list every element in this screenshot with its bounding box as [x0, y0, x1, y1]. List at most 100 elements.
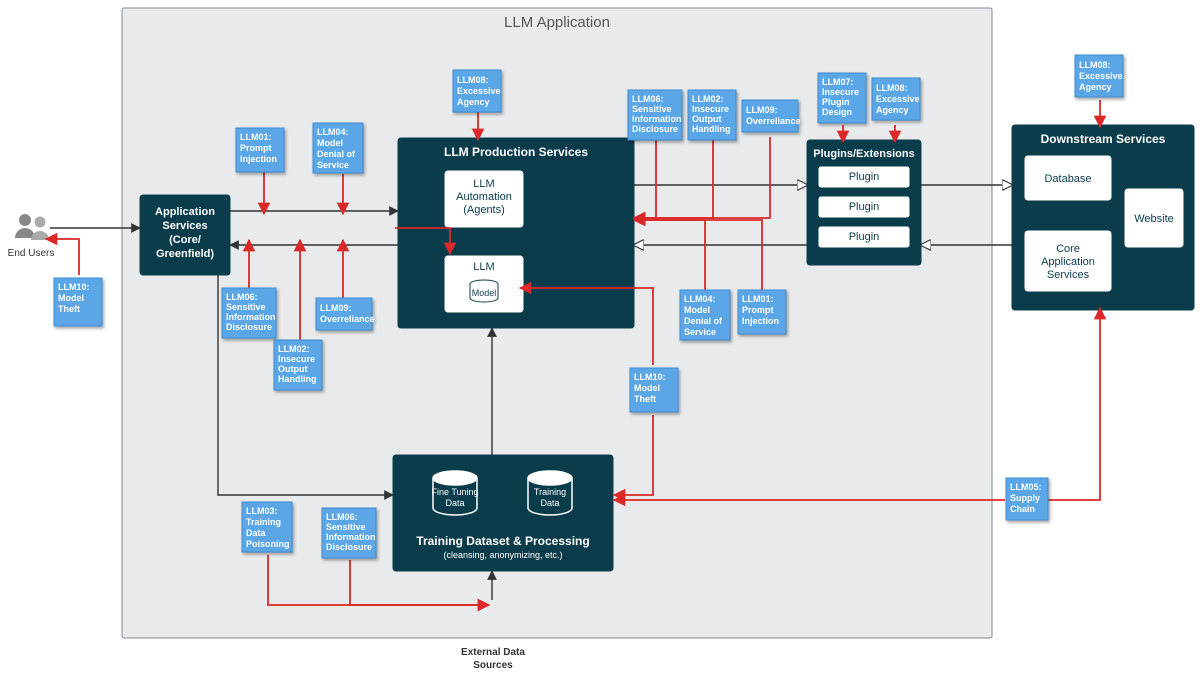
svg-text:Insecure: Insecure	[822, 87, 859, 97]
svg-text:LLM08:: LLM08:	[457, 75, 489, 85]
sticky-llm10a: LLM10: Model Theft	[54, 278, 102, 326]
svg-text:LLM09:: LLM09:	[320, 303, 352, 313]
downstream-services-box: Downstream Services Database Core Applic…	[1012, 125, 1194, 310]
svg-text:Model: Model	[684, 305, 710, 315]
svg-text:LLM04:: LLM04:	[317, 127, 349, 137]
svg-text:Insecure: Insecure	[692, 104, 729, 114]
sticky-llm01b: LLM01: Prompt Injection	[738, 290, 786, 334]
svg-text:Fine Tuning: Fine Tuning	[431, 487, 478, 497]
svg-text:LLM Production Services: LLM Production Services	[444, 145, 588, 159]
svg-text:Data: Data	[246, 528, 267, 538]
svg-text:Disclosure: Disclosure	[226, 322, 272, 332]
svg-text:Disclosure: Disclosure	[326, 542, 372, 552]
svg-text:Data: Data	[540, 498, 559, 508]
sticky-llm03: LLM03: Training Data Poisoning	[242, 502, 292, 552]
svg-text:Service: Service	[317, 160, 349, 170]
svg-text:Training: Training	[534, 487, 566, 497]
external-data-sources-label: External Data	[461, 647, 525, 658]
svg-text:Overreliance: Overreliance	[320, 314, 375, 324]
svg-text:LLM08:: LLM08:	[876, 83, 908, 93]
svg-text:Plugin: Plugin	[849, 201, 880, 213]
svg-text:Handling: Handling	[278, 374, 317, 384]
svg-text:Sensitive: Sensitive	[226, 302, 266, 312]
svg-text:Downstream Services: Downstream Services	[1041, 132, 1166, 146]
svg-text:LLM01:: LLM01:	[742, 294, 774, 304]
svg-text:Model: Model	[472, 288, 497, 298]
sticky-llm06c: LLM06: Sensitive Information Disclosure	[322, 508, 376, 558]
svg-text:Information: Information	[326, 532, 376, 542]
svg-text:LLM10:: LLM10:	[58, 282, 90, 292]
sticky-llm01a: LLM01: Prompt Injection	[236, 128, 284, 172]
svg-text:LLM06:: LLM06:	[226, 292, 258, 302]
svg-text:Model: Model	[58, 293, 84, 303]
svg-text:Model: Model	[634, 383, 660, 393]
sticky-llm10b: LLM10: Model Theft	[630, 368, 678, 412]
sticky-llm02b: LLM02: Insecure Output Handling	[688, 90, 736, 140]
svg-text:Information: Information	[226, 312, 276, 322]
svg-text:Agency: Agency	[457, 97, 490, 107]
svg-text:Sensitive: Sensitive	[326, 522, 366, 532]
training-dataset-box: Fine Tuning Data Training Data Training …	[393, 455, 613, 571]
sticky-llm05: LLM05: Supply Chain	[1006, 478, 1048, 520]
llm-production-services-box: LLM Production Services LLM Automation (…	[398, 138, 634, 328]
svg-text:Service: Service	[684, 327, 716, 337]
svg-text:Application: Application	[1041, 256, 1095, 268]
svg-text:Overreliance: Overreliance	[746, 116, 801, 126]
svg-text:Prompt: Prompt	[240, 143, 272, 153]
svg-text:Handling: Handling	[692, 124, 731, 134]
svg-text:Injection: Injection	[240, 154, 277, 164]
svg-text:(Core/: (Core/	[169, 234, 201, 246]
svg-text:LLM05:: LLM05:	[1010, 482, 1042, 492]
svg-text:Design: Design	[822, 107, 852, 117]
svg-text:Plugin: Plugin	[822, 97, 850, 107]
svg-text:Plugin: Plugin	[849, 171, 880, 183]
svg-text:Theft: Theft	[634, 394, 656, 404]
sticky-llm06b: LLM06: Sensitive Information Disclosure	[628, 90, 682, 140]
svg-text:Insecure: Insecure	[278, 354, 315, 364]
svg-text:Excessive: Excessive	[1079, 71, 1123, 81]
svg-text:(cleansing, anonymizing, etc.): (cleansing, anonymizing, etc.)	[443, 550, 562, 560]
svg-text:Sources: Sources	[473, 660, 513, 671]
svg-text:Supply: Supply	[1010, 493, 1040, 503]
svg-text:LLM02:: LLM02:	[278, 344, 310, 354]
sticky-llm09b: LLM09: Overreliance	[742, 100, 801, 132]
svg-text:LLM02:: LLM02:	[692, 94, 724, 104]
sticky-llm09a: LLM09: Overreliance	[316, 298, 375, 330]
svg-text:Disclosure: Disclosure	[632, 124, 678, 134]
svg-text:Website: Website	[1134, 213, 1174, 225]
svg-text:Plugins/Extensions: Plugins/Extensions	[813, 148, 914, 160]
svg-text:Training: Training	[246, 517, 281, 527]
svg-text:Excessive: Excessive	[876, 94, 920, 104]
svg-text:Training Dataset & Processing: Training Dataset & Processing	[416, 534, 589, 548]
svg-text:Automation: Automation	[456, 191, 512, 203]
svg-text:Services: Services	[162, 220, 207, 232]
svg-text:LLM10:: LLM10:	[634, 372, 666, 382]
svg-text:Application: Application	[155, 206, 215, 218]
svg-text:Output: Output	[278, 364, 308, 374]
svg-text:Greenfield): Greenfield)	[156, 248, 214, 260]
sticky-llm06a: LLM06: Sensitive Information Disclosure	[222, 288, 276, 338]
svg-text:Services: Services	[1047, 269, 1090, 281]
svg-text:Denial of: Denial of	[317, 149, 356, 159]
svg-text:Agency: Agency	[876, 105, 909, 115]
svg-text:Sensitive: Sensitive	[632, 104, 672, 114]
svg-text:Excessive: Excessive	[457, 86, 501, 96]
svg-text:(Agents): (Agents)	[463, 204, 505, 216]
sticky-llm04a: LLM04: Model Denial of Service	[313, 123, 363, 173]
svg-text:LLM01:: LLM01:	[240, 132, 272, 142]
end-users-icon	[15, 214, 49, 240]
sticky-llm08b: LLM08: Excessive Agency	[872, 78, 920, 120]
svg-text:Chain: Chain	[1010, 504, 1035, 514]
svg-text:Model: Model	[317, 138, 343, 148]
threat-arrow-llm05	[1041, 308, 1100, 500]
svg-text:Output: Output	[692, 114, 722, 124]
svg-text:LLM06:: LLM06:	[632, 94, 664, 104]
svg-text:LLM08:: LLM08:	[1079, 60, 1111, 70]
svg-text:Denial of: Denial of	[684, 316, 723, 326]
svg-text:Agency: Agency	[1079, 82, 1112, 92]
sticky-llm07: LLM07: Insecure Plugin Design	[818, 73, 866, 123]
svg-text:LLM04:: LLM04:	[684, 294, 716, 304]
svg-text:LLM: LLM	[473, 261, 494, 273]
end-users-label: End Users	[8, 248, 55, 259]
sticky-llm04b: LLM04: Model Denial of Service	[680, 290, 730, 340]
